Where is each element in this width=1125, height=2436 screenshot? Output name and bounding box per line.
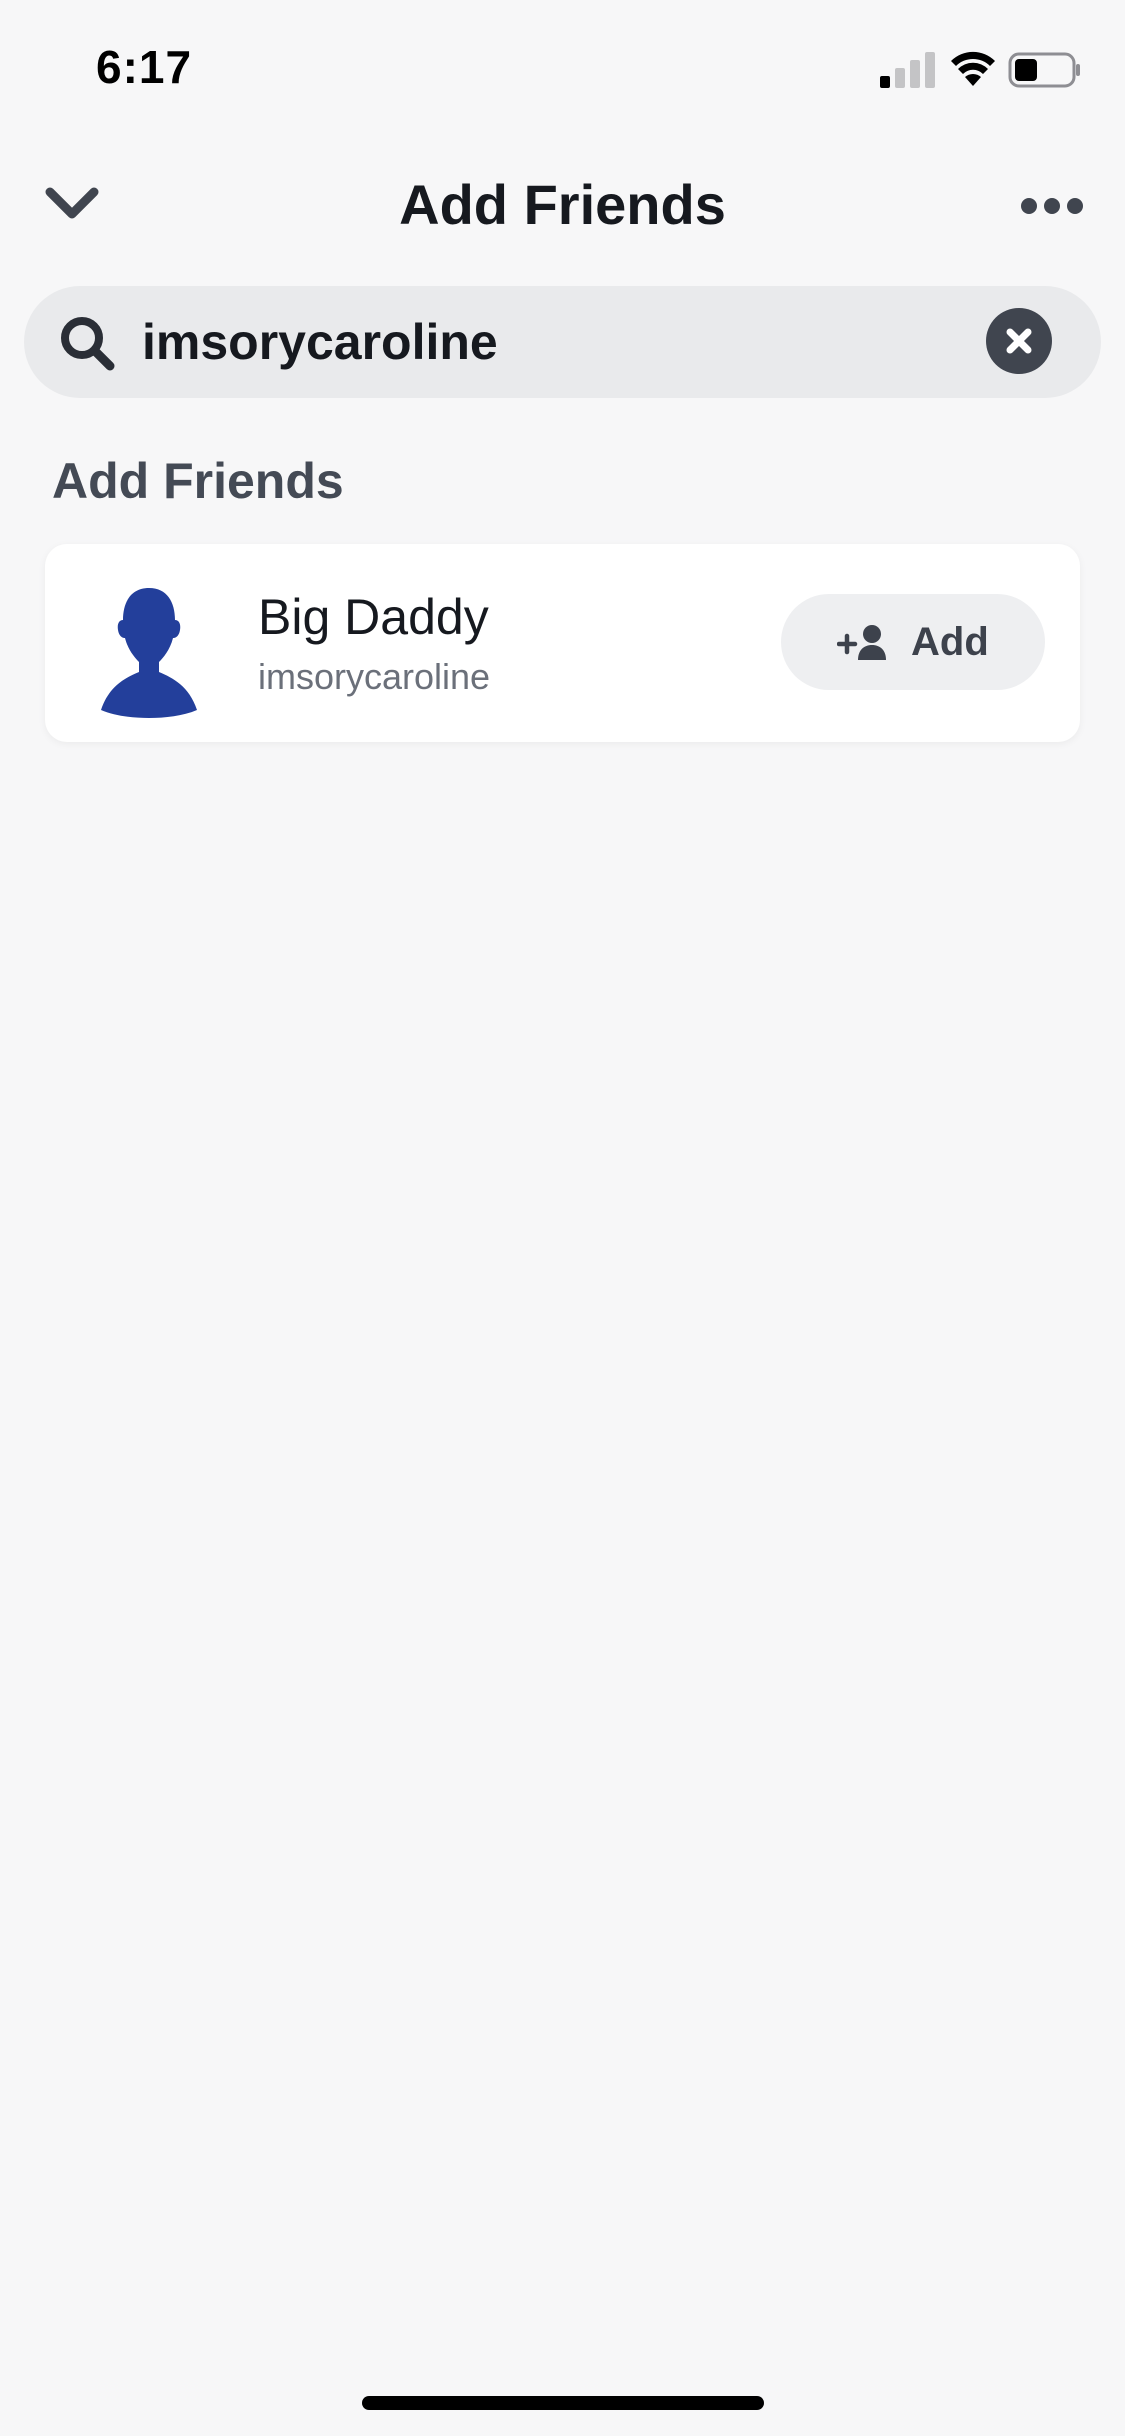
header: Add Friends bbox=[0, 150, 1125, 260]
wifi-icon bbox=[951, 51, 995, 86]
clear-icon bbox=[1006, 328, 1032, 354]
battery-icon bbox=[1008, 52, 1080, 88]
section-title: Add Friends bbox=[52, 453, 344, 509]
friend-name: Big Daddy bbox=[258, 589, 489, 645]
add-button-label: Add bbox=[911, 620, 989, 664]
home-indicator[interactable] bbox=[362, 2396, 764, 2410]
friend-result-card[interactable]: Big Daddy imsorycaroline Add bbox=[45, 544, 1080, 742]
search-input[interactable] bbox=[142, 286, 982, 398]
search-bar[interactable] bbox=[24, 286, 1101, 398]
add-friend-button[interactable]: Add bbox=[781, 594, 1045, 690]
cellular-signal-icon bbox=[880, 52, 935, 88]
friend-username: imsorycaroline bbox=[258, 656, 491, 697]
person-silhouette-icon bbox=[101, 588, 197, 718]
page-title: Add Friends bbox=[399, 173, 726, 236]
screen: 6:17 Add Friends imsorycaroline Add Frie… bbox=[0, 0, 1125, 2436]
status-time: 6:17 bbox=[96, 41, 193, 93]
status-bar: 6:17 bbox=[0, 0, 1125, 140]
more-dots-icon[interactable] bbox=[1020, 194, 1084, 218]
clear-search-button[interactable] bbox=[986, 308, 1052, 374]
search-icon bbox=[61, 317, 115, 371]
add-friend-icon bbox=[837, 625, 886, 660]
